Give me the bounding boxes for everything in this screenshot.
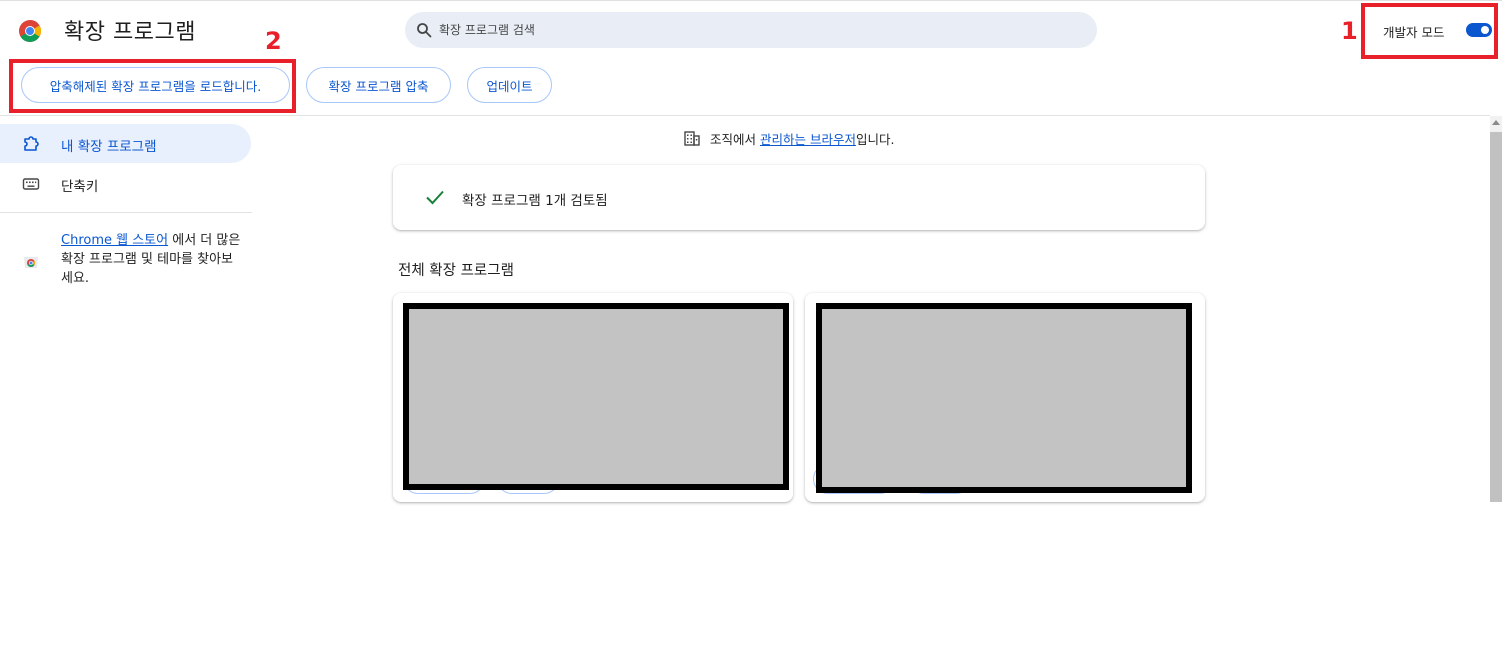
sidebar-item-label: 단축키 bbox=[61, 179, 99, 195]
annotation-box-2 bbox=[9, 59, 296, 113]
keyboard-icon bbox=[22, 178, 40, 190]
search-bar[interactable] bbox=[405, 12, 1097, 48]
pack-extension-button[interactable]: 확장 프로그램 압축 bbox=[306, 67, 451, 103]
managed-text: 조직에서 관리하는 브라우저입니다. bbox=[710, 129, 894, 148]
annotation-label-1: 1 bbox=[1341, 17, 1358, 45]
annotation-box-1 bbox=[1361, 3, 1498, 59]
sidebar-item-shortcuts[interactable]: 단축키 bbox=[0, 164, 251, 203]
update-button[interactable]: 업데이트 bbox=[467, 67, 552, 103]
check-icon bbox=[426, 190, 444, 205]
web-store-icon bbox=[24, 257, 38, 268]
managed-browser-link[interactable]: 관리하는 브라우저 bbox=[760, 132, 856, 147]
search-input[interactable] bbox=[439, 12, 1079, 48]
scrollbar-thumb[interactable] bbox=[1490, 132, 1502, 502]
redacted-extension-info bbox=[816, 303, 1192, 493]
page-title: 확장 프로그램 bbox=[64, 20, 196, 45]
search-icon bbox=[417, 23, 432, 38]
web-store-promo: Chrome 웹 스토어 에서 더 많은 확장 프로그램 및 테마를 찾아보세요… bbox=[61, 231, 241, 288]
web-store-link[interactable]: Chrome 웹 스토어 bbox=[61, 233, 168, 248]
building-icon bbox=[684, 131, 700, 146]
sidebar-item-my-extensions[interactable]: 내 확장 프로그램 bbox=[0, 124, 251, 163]
toolbar-divider bbox=[0, 115, 1490, 116]
chrome-logo-icon bbox=[19, 20, 41, 42]
review-status-text: 확장 프로그램 1개 검토됨 bbox=[462, 193, 608, 209]
extensions-page: 확장 프로그램 개발자 모드 압축해제된 확장 프로그램을 로드합니다. 확장 … bbox=[0, 0, 1502, 655]
section-title: 전체 확장 프로그램 bbox=[398, 263, 514, 279]
review-card: 확장 프로그램 1개 검토됨 bbox=[393, 165, 1205, 230]
sidebar-item-label: 내 확장 프로그램 bbox=[61, 139, 157, 155]
top-border bbox=[0, 0, 1502, 1]
scroll-up-arrow-icon[interactable] bbox=[1492, 120, 1500, 125]
annotation-label-2: 2 bbox=[265, 27, 282, 55]
managed-prefix: 조직에서 bbox=[710, 132, 760, 147]
managed-suffix: 입니다. bbox=[855, 132, 895, 147]
sidebar-divider bbox=[0, 212, 252, 213]
redacted-extension-info bbox=[403, 303, 789, 490]
puzzle-icon bbox=[24, 136, 39, 151]
